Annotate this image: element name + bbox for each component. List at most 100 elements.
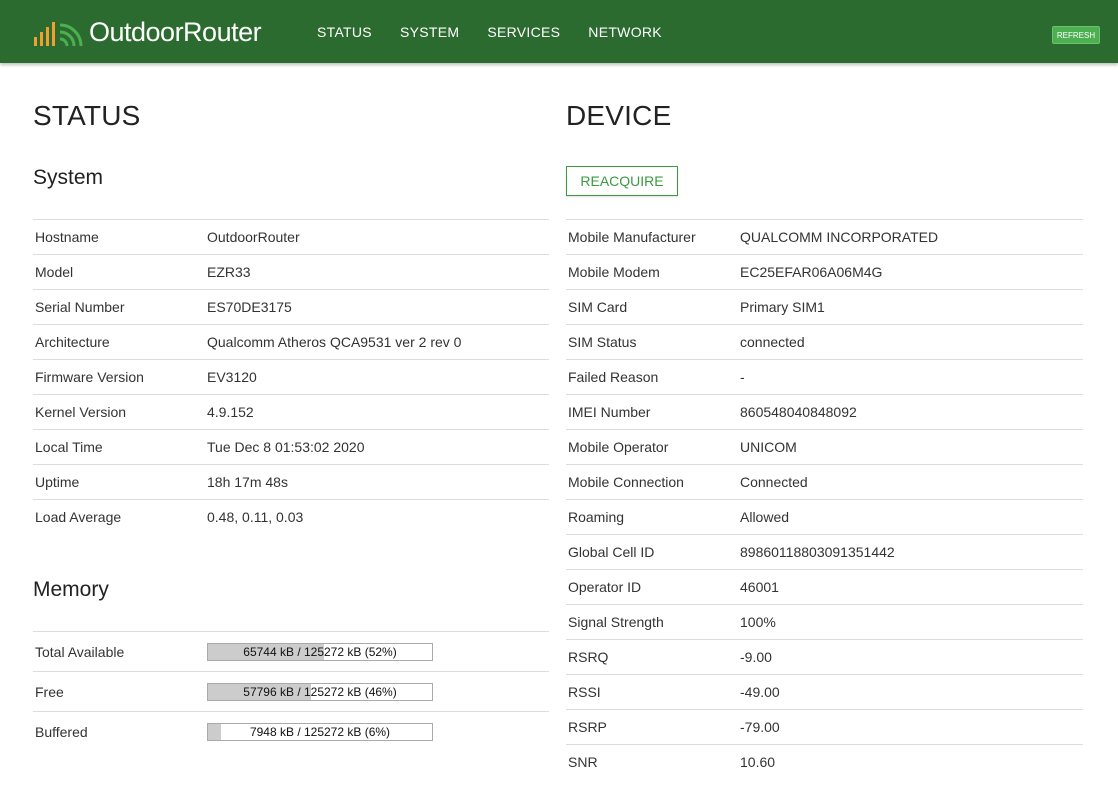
- row-value: -79.00: [738, 709, 1083, 745]
- row-label: SNR: [566, 744, 738, 779]
- row-value: 0.48, 0.11, 0.03: [205, 499, 549, 534]
- device-table: Mobile Manufacturer QUALCOMM INCORPORATED…: [566, 219, 1083, 779]
- row-value: EZR33: [205, 254, 549, 290]
- table-row: RSRQ -9.00: [566, 639, 1083, 675]
- signal-bars-icon: [33, 17, 83, 47]
- table-row: SIM Status connected: [566, 324, 1083, 360]
- table-row: Mobile Operator UNICOM: [566, 429, 1083, 465]
- memory-progress-text: 57796 kB / 125272 kB (46%): [243, 684, 397, 699]
- memory-progress-bar: 57796 kB / 125272 kB (46%): [207, 682, 433, 701]
- table-row: SNR 10.60: [566, 744, 1083, 779]
- row-label: Local Time: [33, 429, 205, 465]
- system-section-title: System: [33, 166, 104, 189]
- memory-progress-text: 7948 kB / 125272 kB (6%): [249, 724, 391, 739]
- top-navbar: OutdoorRouter STATUS SYSTEM SERVICES NET…: [0, 0, 1118, 63]
- table-row: RSSI -49.00: [566, 674, 1083, 710]
- row-label: Operator ID: [566, 569, 738, 605]
- table-row: Roaming Allowed: [566, 499, 1083, 535]
- row-value: 860548040848092: [738, 394, 1083, 430]
- memory-section-title: Memory: [33, 578, 109, 601]
- table-row: Model EZR33: [33, 254, 549, 290]
- row-value: 89860118803091351442: [738, 534, 1083, 570]
- row-label: Hostname: [33, 219, 205, 255]
- table-row: SIM Card Primary SIM1: [566, 289, 1083, 325]
- row-value: EC25EFAR06A06M4G: [738, 254, 1083, 290]
- row-label: IMEI Number: [566, 394, 738, 430]
- row-value: 57796 kB / 125272 kB (46%): [205, 671, 549, 712]
- table-row: Kernel Version 4.9.152: [33, 394, 549, 430]
- table-row: Uptime 18h 17m 48s: [33, 464, 549, 500]
- row-label: SIM Status: [566, 324, 738, 360]
- row-label: Mobile Modem: [566, 254, 738, 290]
- device-title: DEVICE: [566, 100, 672, 131]
- table-row: Mobile Manufacturer QUALCOMM INCORPORATED: [566, 219, 1083, 255]
- reacquire-button[interactable]: REACQUIRE: [566, 166, 678, 196]
- memory-progress-text: 65744 kB / 125272 kB (52%): [243, 644, 397, 659]
- row-value: -9.00: [738, 639, 1083, 675]
- row-label: Kernel Version: [33, 394, 205, 430]
- row-label: Roaming: [566, 499, 738, 535]
- row-label: Mobile Operator: [566, 429, 738, 465]
- row-label: Total Available: [33, 631, 205, 672]
- row-value: Connected: [738, 464, 1083, 500]
- memory-table: Total Available 65744 kB / 125272 kB (52%…: [33, 631, 549, 751]
- row-value: Primary SIM1: [738, 289, 1083, 325]
- table-row: Firmware Version EV3120: [33, 359, 549, 395]
- row-label: Global Cell ID: [566, 534, 738, 570]
- row-label: Buffered: [33, 711, 205, 751]
- brand[interactable]: OutdoorRouter: [33, 14, 262, 50]
- row-value: 4.9.152: [205, 394, 549, 430]
- row-value: QUALCOMM INCORPORATED: [738, 219, 1083, 255]
- row-value: Allowed: [738, 499, 1083, 535]
- row-value: 10.60: [738, 744, 1083, 779]
- row-label: RSRP: [566, 709, 738, 745]
- row-value: -: [738, 359, 1083, 395]
- row-value: 100%: [738, 604, 1083, 640]
- row-label: Firmware Version: [33, 359, 205, 395]
- table-row: Total Available 65744 kB / 125272 kB (52%…: [33, 631, 549, 672]
- table-row: RSRP -79.00: [566, 709, 1083, 745]
- row-value: 7948 kB / 125272 kB (6%): [205, 711, 549, 751]
- table-row: Mobile Connection Connected: [566, 464, 1083, 500]
- row-label: Uptime: [33, 464, 205, 500]
- table-row: Global Cell ID 89860118803091351442: [566, 534, 1083, 570]
- nav-status[interactable]: STATUS: [317, 24, 372, 40]
- row-label: RSRQ: [566, 639, 738, 675]
- row-value: ES70DE3175: [205, 289, 549, 325]
- row-label: SIM Card: [566, 289, 738, 325]
- nav-network[interactable]: NETWORK: [588, 24, 662, 40]
- table-row: Architecture Qualcomm Atheros QCA9531 ver…: [33, 324, 549, 360]
- table-row: Free 57796 kB / 125272 kB (46%): [33, 671, 549, 712]
- row-label: Failed Reason: [566, 359, 738, 395]
- status-title: STATUS: [33, 100, 141, 131]
- row-value: EV3120: [205, 359, 549, 395]
- nav-system[interactable]: SYSTEM: [400, 24, 459, 40]
- row-label: Architecture: [33, 324, 205, 360]
- row-label: Load Average: [33, 499, 205, 534]
- table-row: Local Time Tue Dec 8 01:53:02 2020: [33, 429, 549, 465]
- table-row: Failed Reason -: [566, 359, 1083, 395]
- row-label: Serial Number: [33, 289, 205, 325]
- row-value: 18h 17m 48s: [205, 464, 549, 500]
- brand-name: OutdoorRouter: [89, 16, 262, 47]
- row-label: Mobile Manufacturer: [566, 219, 738, 255]
- row-value: connected: [738, 324, 1083, 360]
- table-row: Load Average 0.48, 0.11, 0.03: [33, 499, 549, 534]
- row-value: 65744 kB / 125272 kB (52%): [205, 631, 549, 672]
- row-label: RSSI: [566, 674, 738, 710]
- refresh-button[interactable]: REFRESH: [1052, 26, 1100, 44]
- row-value: Qualcomm Atheros QCA9531 ver 2 rev 0: [205, 324, 549, 360]
- table-row: Signal Strength 100%: [566, 604, 1083, 640]
- row-value: UNICOM: [738, 429, 1083, 465]
- memory-progress-bar: 65744 kB / 125272 kB (52%): [207, 642, 433, 661]
- system-table: Hostname OutdoorRouter Model EZR33 Serial Nu…: [33, 219, 549, 534]
- row-label: Signal Strength: [566, 604, 738, 640]
- nav-services[interactable]: SERVICES: [487, 24, 560, 40]
- row-value: OutdoorRouter: [205, 219, 549, 255]
- table-row: Hostname OutdoorRouter: [33, 219, 549, 255]
- table-row: Serial Number ES70DE3175: [33, 289, 549, 325]
- table-row: Operator ID 46001: [566, 569, 1083, 605]
- row-label: Model: [33, 254, 205, 290]
- table-row: IMEI Number 860548040848092: [566, 394, 1083, 430]
- row-value: -49.00: [738, 674, 1083, 710]
